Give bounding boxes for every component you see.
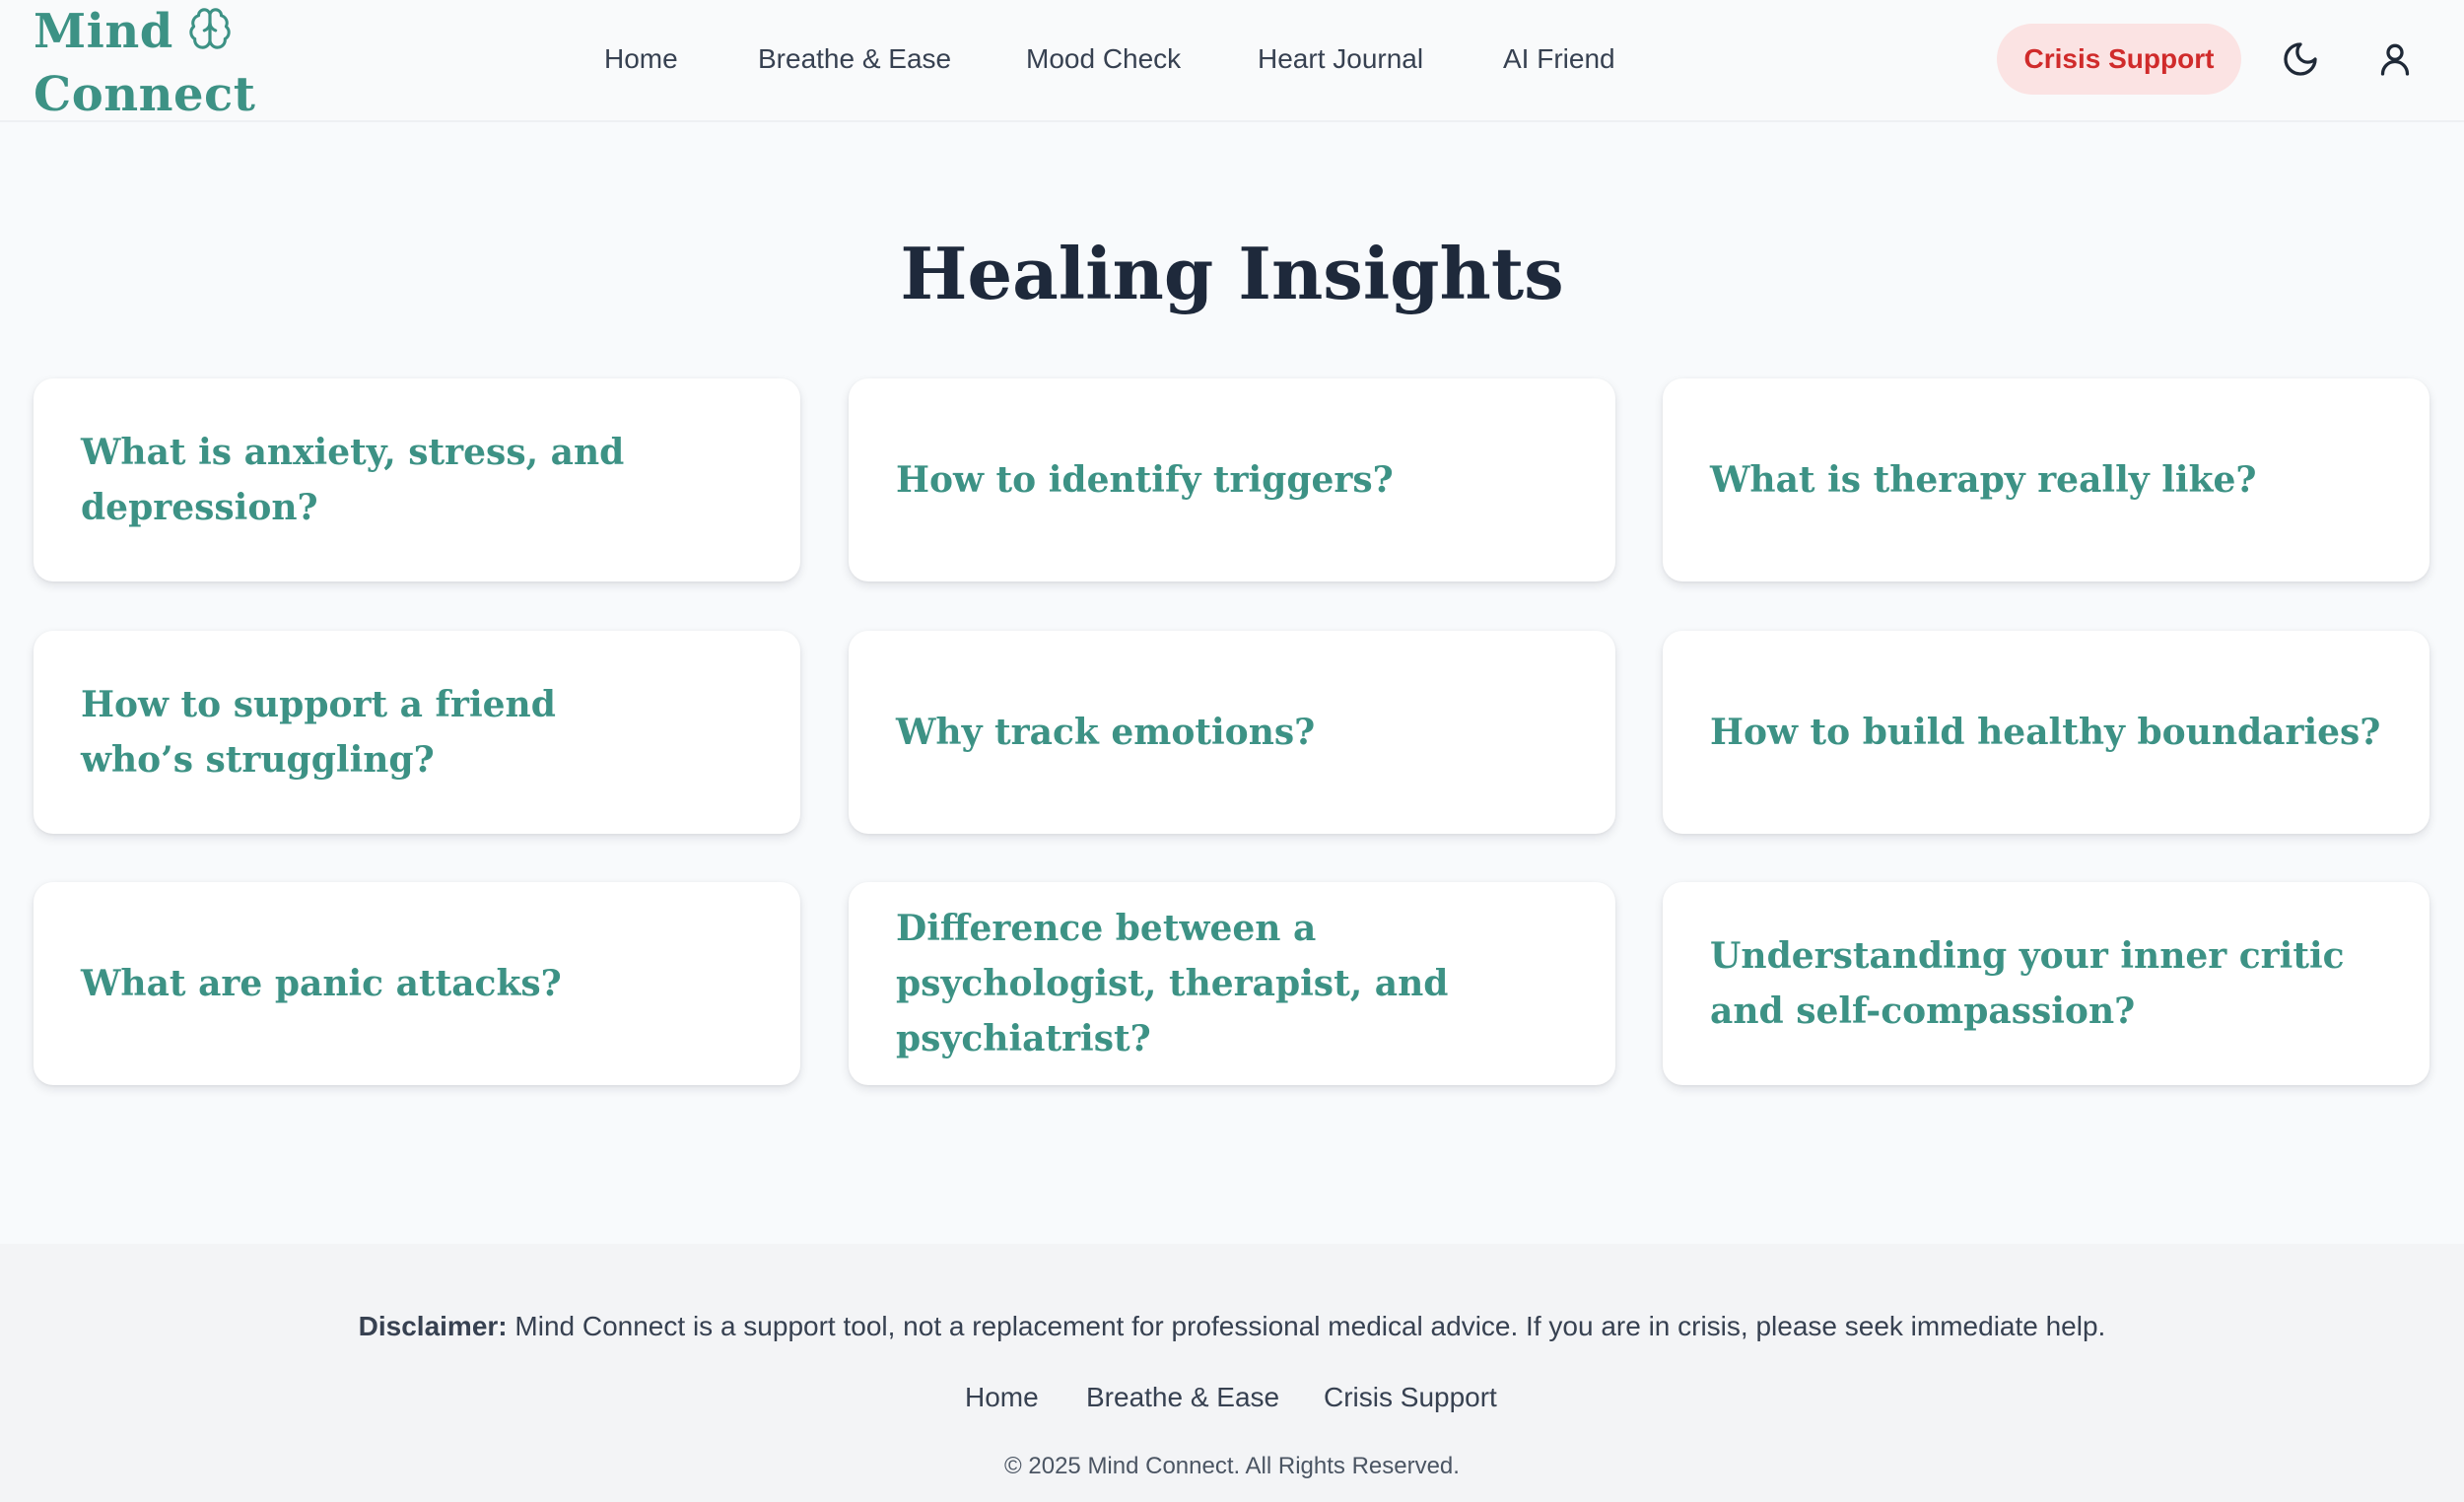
insight-card[interactable]: How to support a friend who’s struggling… [34,631,800,834]
insight-card[interactable]: What are panic attacks? [34,882,800,1085]
user-icon [2380,43,2410,76]
footer-link-breathe-ease[interactable]: Breathe & Ease [1086,1378,1279,1417]
insight-card-title: How to build healthy boundaries? [1710,712,2381,753]
insight-card[interactable]: What is therapy really like? [1663,378,2430,581]
crisis-support-button[interactable]: Crisis Support [1997,24,2241,95]
site-header: Mind Connect Home Breathe & Ease Mood Ch… [0,0,2464,122]
moon-icon [2284,42,2317,76]
insight-card-title: What is therapy really like? [1710,459,2257,501]
footer-link-crisis-support[interactable]: Crisis Support [1324,1378,1497,1417]
insight-card-title: Understanding your inner critic and self… [1710,935,2345,1032]
site-footer: Disclaimer: Mind Connect is a support to… [0,1244,2464,1502]
insight-card[interactable]: What is anxiety, stress, and depression? [34,378,800,581]
insight-card-title: How to support a friend who’s struggling… [81,684,556,781]
nav-item-ai-friend[interactable]: AI Friend [1503,37,1615,81]
insight-card[interactable]: How to identify triggers? [849,378,1615,581]
disclaimer-label: Disclaimer: [358,1311,508,1341]
insight-card-title: How to identify triggers? [896,459,1394,501]
nav-item-breathe-ease[interactable]: Breathe & Ease [758,37,951,81]
insight-card-title: Difference between a psychologist, thera… [896,908,1449,1059]
disclaimer: Disclaimer: Mind Connect is a support to… [0,1307,2464,1346]
footer-nav: Home Breathe & Ease Crisis Support [0,1378,2464,1417]
nav-item-mood-check[interactable]: Mood Check [1026,37,1181,81]
copyright: © 2025 Mind Connect. All Rights Reserved… [1004,1453,1460,1479]
insight-card-title: What is anxiety, stress, and depression? [81,432,625,528]
footer-link-home[interactable]: Home [965,1378,1039,1417]
disclaimer-text: Mind Connect is a support tool, not a re… [507,1311,2106,1341]
insight-card-title: Why track emotions? [896,712,1316,753]
insight-card-title: What are panic attacks? [81,963,562,1004]
insight-card[interactable]: How to build healthy boundaries? [1663,631,2430,834]
insight-card[interactable]: Difference between a psychologist, thera… [849,882,1615,1085]
profile-button[interactable] [2371,35,2419,83]
nav-item-heart-journal[interactable]: Heart Journal [1258,37,1423,81]
insight-card[interactable]: Understanding your inner critic and self… [1663,882,2430,1085]
theme-toggle-button[interactable] [2277,35,2324,83]
nav-item-home[interactable]: Home [604,37,678,81]
page-title: Healing Insights [900,232,1564,315]
insight-card[interactable]: Why track emotions? [849,631,1615,834]
